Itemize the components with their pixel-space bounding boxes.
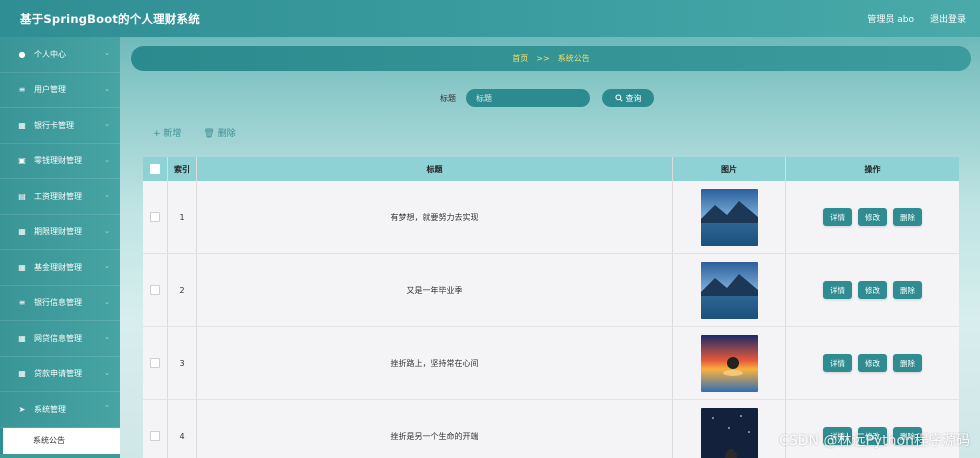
breadcrumb: 首页 >> 系统公告 bbox=[131, 46, 971, 71]
sidebar-item-label: 零钱理财管理 bbox=[34, 156, 82, 166]
sidebar-item-label: 银行卡管理 bbox=[34, 120, 74, 130]
edit-button[interactable]: 修改 bbox=[858, 208, 887, 226]
table-row: 3 挫折路上，坚持常在心间 详情 修改 删除 bbox=[143, 327, 959, 400]
grid-icon: ▦ bbox=[18, 262, 26, 272]
header-title: 标题 bbox=[197, 157, 673, 181]
top-bar: 基于SpringBoot的个人理财系统 管理员 abo 退出登录 bbox=[0, 0, 980, 37]
table-header: 索引 标题 图片 操作 bbox=[143, 157, 959, 181]
sidebar-item-bank-info[interactable]: ≡ 银行信息管理 ⌄ bbox=[0, 285, 120, 321]
edit-button[interactable]: 修改 bbox=[858, 354, 887, 372]
search-bar: 标题 查询 bbox=[0, 89, 980, 109]
app-title: 基于SpringBoot的个人理财系统 bbox=[20, 11, 200, 26]
lake-mountain-thumbnail[interactable] bbox=[700, 188, 758, 246]
row-index: 1 bbox=[168, 181, 197, 253]
delete-button[interactable]: 🗑 删除 bbox=[203, 126, 235, 139]
row-index: 3 bbox=[168, 327, 197, 399]
row-title: 挫折路上，坚持常在心间 bbox=[197, 327, 673, 399]
breadcrumb-current: 系统公告 bbox=[557, 54, 590, 63]
row-title: 挫折是另一个生命的开端 bbox=[197, 400, 673, 458]
user-name[interactable]: 管理员 abo bbox=[867, 12, 914, 25]
grid-icon: ▦ bbox=[18, 227, 26, 237]
chevron-down-icon: ⌄ bbox=[104, 49, 110, 57]
trash-icon: 🗑 bbox=[203, 129, 215, 139]
detail-button[interactable]: 详情 bbox=[823, 354, 852, 372]
chevron-down-icon: ⌄ bbox=[104, 120, 110, 128]
logout-link[interactable]: 退出登录 bbox=[930, 12, 966, 25]
row-checkbox[interactable] bbox=[150, 358, 160, 368]
query-button-label: 查询 bbox=[625, 93, 642, 103]
query-button[interactable]: 查询 bbox=[602, 89, 654, 107]
row-title: 有梦想，就要努力去实现 bbox=[197, 181, 673, 253]
table-row: 2 又是一年毕业季 详情 修改 删除 bbox=[143, 254, 959, 327]
chevron-down-icon: ⌄ bbox=[104, 297, 110, 306]
sidebar-item-label: 工资理财管理 bbox=[34, 191, 82, 201]
top-right-links: 管理员 abo 退出登录 bbox=[867, 12, 966, 25]
sidebar-item-p2p-info[interactable]: ▦ 网贷信息管理 ⌄ bbox=[0, 321, 120, 357]
grid-icon: ▦ bbox=[18, 333, 26, 343]
row-delete-button[interactable]: 删除 bbox=[893, 281, 922, 299]
sidebar-item-loan-application[interactable]: ▦ 贷款申请管理 ⌄ bbox=[0, 356, 120, 392]
breadcrumb-separator: >> bbox=[536, 54, 550, 63]
sunset-thumbnail[interactable] bbox=[700, 334, 758, 392]
delete-button-label: 删除 bbox=[217, 129, 236, 139]
search-label: 标题 bbox=[440, 94, 456, 103]
detail-button[interactable]: 详情 bbox=[823, 281, 852, 299]
row-checkbox[interactable] bbox=[150, 212, 160, 222]
lake-mountain-thumbnail[interactable] bbox=[700, 261, 758, 319]
night-sky-thumbnail[interactable] bbox=[700, 407, 758, 458]
bank-icon: ▣ bbox=[18, 156, 26, 166]
row-index: 4 bbox=[168, 400, 197, 458]
chevron-down-icon: ⌄ bbox=[104, 191, 110, 199]
data-table: 索引 标题 图片 操作 1 有梦想，就要努力去实现 详情 修改 删除 2 又是一… bbox=[143, 157, 959, 458]
user-icon: ● bbox=[18, 49, 26, 59]
grid-icon: ▦ bbox=[18, 120, 26, 130]
sidebar-item-label: 系统管理 bbox=[34, 404, 66, 414]
chevron-down-icon: ⌄ bbox=[104, 262, 110, 270]
search-icon bbox=[614, 94, 623, 102]
row-delete-button[interactable]: 删除 bbox=[893, 354, 922, 372]
sidebar-item-bank-card[interactable]: ▦ 银行卡管理 ⌄ bbox=[0, 108, 120, 144]
detail-button[interactable]: 详情 bbox=[823, 208, 852, 226]
sidebar-item-label: 银行信息管理 bbox=[34, 298, 82, 308]
row-title: 又是一年毕业季 bbox=[197, 254, 673, 326]
sidebar-item-salary-finance[interactable]: ▤ 工资理财管理 ⌄ bbox=[0, 179, 120, 215]
sidebar-item-label: 基金理财管理 bbox=[34, 262, 82, 272]
send-icon: ➤ bbox=[18, 404, 26, 414]
edit-button[interactable]: 修改 bbox=[858, 281, 887, 299]
sidebar-item-system-management[interactable]: ➤ 系统管理 ⌃ bbox=[0, 392, 120, 428]
row-delete-button[interactable]: 删除 bbox=[893, 208, 922, 226]
add-button[interactable]: + 新增 bbox=[153, 126, 181, 139]
sidebar-item-label: 网贷信息管理 bbox=[34, 333, 82, 343]
card-icon: ▤ bbox=[18, 191, 26, 201]
watermark: CSDN @林远Python程序源码 bbox=[779, 433, 970, 449]
sidebar-item-label: 期限理财管理 bbox=[34, 227, 82, 237]
sidebar-item-label: 贷款申请管理 bbox=[34, 369, 82, 379]
header-index: 索引 bbox=[168, 157, 197, 181]
table-row: 1 有梦想，就要努力去实现 详情 修改 删除 bbox=[143, 181, 959, 254]
select-all-checkbox[interactable] bbox=[150, 164, 160, 174]
chevron-down-icon: ⌄ bbox=[104, 155, 110, 164]
row-checkbox[interactable] bbox=[150, 285, 160, 295]
sidebar-item-term-finance[interactable]: ▦ 期限理财管理 ⌄ bbox=[0, 214, 120, 250]
row-checkbox[interactable] bbox=[150, 431, 160, 441]
sidebar-item-change-finance[interactable]: ▣ 零钱理财管理 ⌄ bbox=[0, 143, 120, 179]
sidebar-subitem-system-notice[interactable]: 系统公告 bbox=[0, 427, 120, 454]
action-bar: + 新增 🗑 删除 bbox=[153, 126, 236, 139]
chevron-up-icon: ⌃ bbox=[104, 404, 110, 412]
chevron-down-icon: ⌄ bbox=[104, 333, 110, 341]
header-ops: 操作 bbox=[864, 164, 881, 174]
list-icon: ≡ bbox=[18, 298, 26, 308]
sidebar-item-label: 个人中心 bbox=[34, 49, 66, 59]
chevron-down-icon: ⌄ bbox=[104, 368, 110, 377]
header-image: 图片 bbox=[673, 157, 786, 181]
grid-icon: ▦ bbox=[18, 369, 26, 379]
sidebar-item-personal-center[interactable]: ● 个人中心 ⌄ bbox=[0, 37, 120, 73]
breadcrumb-home[interactable]: 首页 bbox=[512, 53, 528, 64]
chevron-down-icon: ⌄ bbox=[104, 226, 110, 235]
row-index: 2 bbox=[168, 254, 197, 326]
search-input[interactable] bbox=[466, 89, 590, 107]
sidebar-item-fund-finance[interactable]: ▦ 基金理财管理 ⌄ bbox=[0, 250, 120, 286]
